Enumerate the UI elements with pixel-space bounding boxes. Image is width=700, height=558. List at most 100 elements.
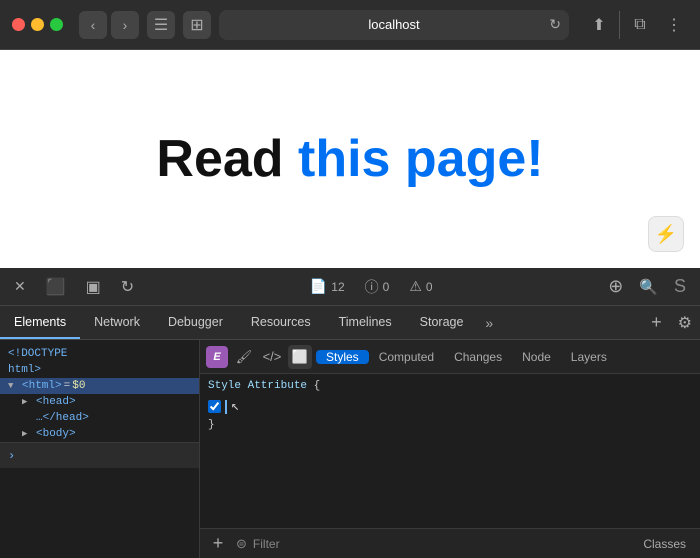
element-badge: E [206,346,228,368]
devtools-close-button[interactable]: ✕ [8,274,32,299]
html-tag-text: html> [8,364,41,376]
style-property-checkbox[interactable] [208,400,221,413]
head-close-text: …</head> [36,412,89,424]
devtools-panel-button[interactable]: ▣ [80,273,107,301]
text-cursor-icon [225,400,227,414]
devtools-right-actions: ⊕ 🔍 S [602,272,692,301]
page-heading: Read this page! [156,129,543,189]
lightning-icon: ⚡ [655,224,677,245]
style-panel: E 🖌 </> ⬜ Styles Computed Changes Node [200,340,700,558]
maximize-button[interactable] [50,18,63,31]
warning-count-badge[interactable]: ⓘ 0 [359,273,396,301]
dom-bottom-bar: › [0,442,199,468]
style-subtoolbar: E 🖌 </> ⬜ Styles Computed Changes Node [200,340,700,374]
duplicate-button[interactable]: ⧉ [626,11,654,39]
body-tag-text: <body> [36,428,76,440]
close-button[interactable] [12,18,25,31]
head-arrow-icon[interactable]: ▶ [22,397,34,407]
console-count: 12 [331,280,344,294]
dom-head-open-line[interactable]: ▶ <head> [0,394,199,410]
back-button[interactable]: ‹ [79,11,107,39]
devtools-reload-button[interactable]: ↻ [115,273,140,301]
dom-htmltag-line: html> [0,362,199,378]
console-count-badge[interactable]: 📄 12 [304,274,351,299]
tab-resources[interactable]: Resources [237,306,325,339]
error-icon: ⚠ [409,278,422,295]
filter-text: Filter [253,537,280,551]
error-count-badge[interactable]: ⚠ 0 [403,274,438,299]
minimize-button[interactable] [31,18,44,31]
html-arrow-icon[interactable]: ▼ [8,381,20,391]
classes-button[interactable]: Classes [637,535,692,553]
html-element-text: <html> [22,380,62,392]
tab-storage[interactable]: Storage [406,306,478,339]
target-button[interactable]: ⊕ [602,272,629,301]
more-button[interactable]: ⋮ [660,11,688,39]
tab-timelines[interactable]: Timelines [325,306,406,339]
devtools-toolbar: ✕ ⬛ ▣ ↻ 📄 12 ⓘ 0 ⚠ 0 ⊕ 🔍 S [0,268,700,306]
subtab-node[interactable]: Node [512,350,561,364]
webpage-content: Read this page! ⚡ [0,50,700,268]
forward-button[interactable]: › [111,11,139,39]
reader-mode-button[interactable]: ⚡ [648,216,684,252]
divider [619,11,620,39]
style-rule-header: Style Attribute { [208,380,692,392]
style-footer: + ⊜ Filter Classes [200,528,700,558]
tab-elements[interactable]: Elements [0,306,80,339]
mouse-cursor-icon: ↖ [231,398,239,415]
nav-buttons: ‹ › [79,11,139,39]
equals-text: = [64,380,71,392]
devtools-panel: ✕ ⬛ ▣ ↻ 📄 12 ⓘ 0 ⚠ 0 ⊕ 🔍 S Elements Netw… [0,268,700,558]
url-text: localhost [368,17,419,32]
error-count: 0 [426,280,433,294]
address-bar[interactable]: localhost ↻ [219,10,569,40]
settings-button[interactable]: S [668,272,692,301]
doctype-text: <!DOCTYPE [8,348,67,360]
dollar-ref: $0 [72,380,85,392]
search-button[interactable]: 🔍 [633,274,664,300]
style-subtabs: Styles Computed Changes Node Layers [316,350,694,364]
dom-panel: <!DOCTYPE html> ▼ <html> = $0 ▶ <head> …… [0,340,200,558]
tab-network[interactable]: Network [80,306,154,339]
subtab-styles[interactable]: Styles [316,350,369,364]
heading-blue: this page! [298,130,544,188]
tab-debugger[interactable]: Debugger [154,306,237,339]
heading-black: Read [156,130,298,188]
sidebar-toggle-button[interactable]: ☰ [147,11,175,39]
rule-brace-open: { [314,380,321,392]
code-tag-icon[interactable]: </> [260,345,284,369]
dom-html-line[interactable]: ▼ <html> = $0 [0,378,199,394]
share-button[interactable]: ⬆ [585,11,613,39]
browser-actions: ⬆ ⧉ ⋮ [585,11,688,39]
devtools-layout-button[interactable]: ⬛ [40,273,72,301]
rule-name: Style Attribute [208,380,307,392]
layout-button[interactable]: ⊞ [183,11,211,39]
dom-cursor-indicator: › [8,449,15,463]
tab-add-button[interactable]: + [643,306,670,339]
subtab-layers[interactable]: Layers [561,350,617,364]
dom-body-line[interactable]: ▶ <body> [0,426,199,442]
body-arrow-icon[interactable]: ▶ [22,429,34,439]
cursor-indicator [225,400,227,414]
traffic-lights [12,18,63,31]
head-tag-text: <head> [36,396,76,408]
devtools-main: <!DOCTYPE html> ▼ <html> = $0 ▶ <head> …… [0,340,700,558]
console-icon: 📄 [310,278,327,295]
dom-doctype-line: <!DOCTYPE [0,346,199,362]
filter-area: ⊜ Filter [236,536,629,552]
paint-brush-icon[interactable]: 🖌 [232,345,256,369]
tab-settings-button[interactable]: ⚙ [670,306,700,339]
filter-icon: ⊜ [236,536,247,552]
add-rule-button[interactable]: + [208,534,228,554]
style-close-brace: } [208,417,692,433]
browser-chrome: ‹ › ☰ ⊞ localhost ↻ ⬆ ⧉ ⋮ [0,0,700,50]
subtab-changes[interactable]: Changes [444,350,512,364]
box-model-icon[interactable]: ⬜ [288,345,312,369]
style-property-row: ↖ [208,396,692,417]
info-icon: ⓘ [365,277,379,297]
dom-head-close-line: …</head> [0,410,199,426]
reload-button[interactable]: ↻ [549,16,561,33]
warning-count: 0 [383,280,390,294]
tabs-more-button[interactable]: » [477,306,501,339]
subtab-computed[interactable]: Computed [369,350,444,364]
